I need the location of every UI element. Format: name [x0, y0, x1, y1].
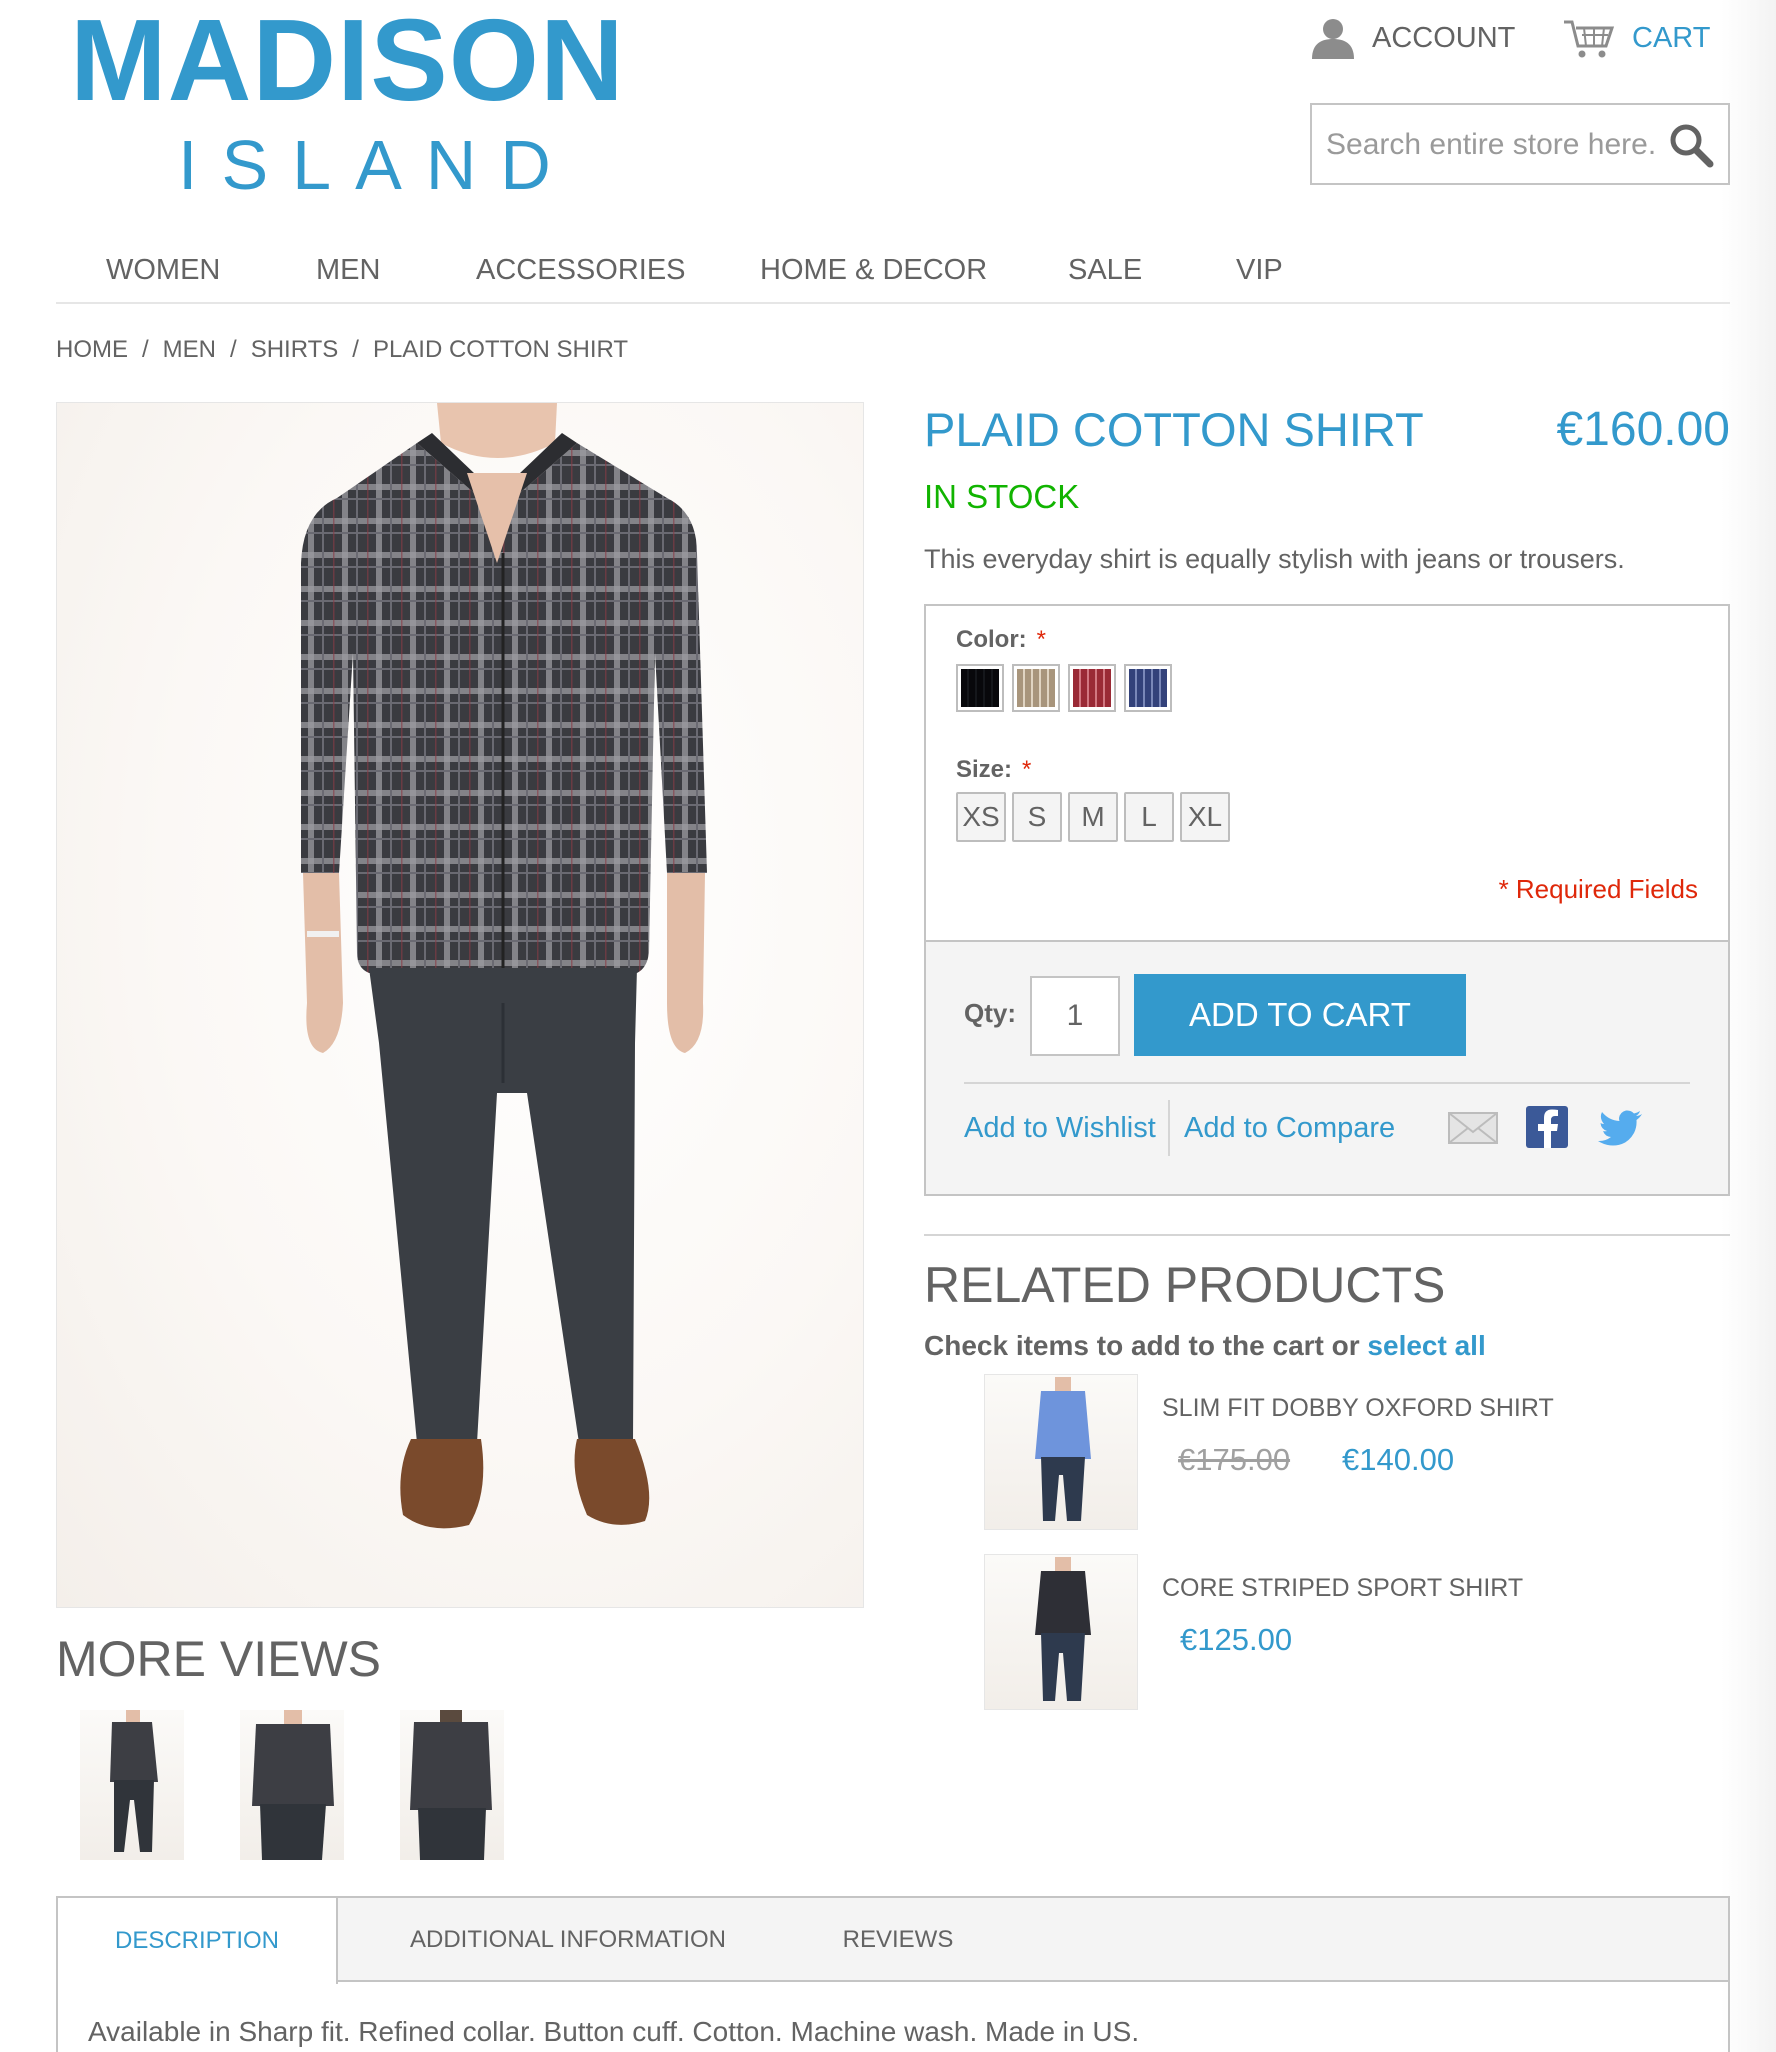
breadcrumb-separator: /	[142, 336, 149, 363]
related-product-item: SLIM FIT DOBBY OXFORD SHIRT €175.00 €140…	[984, 1374, 1744, 1530]
nav-item-sale[interactable]: SALE	[1068, 254, 1142, 287]
link-separator	[1168, 1100, 1170, 1156]
account-icon	[1312, 19, 1354, 59]
nav-item-home-decor[interactable]: HOME & DECOR	[760, 254, 987, 287]
swatch-fill	[961, 669, 999, 707]
required-asterisk: *	[1022, 756, 1032, 783]
twitter-icon[interactable]	[1594, 1102, 1648, 1152]
logo-text-island: ISLAND	[178, 126, 575, 204]
tab-description[interactable]: DESCRIPTION	[58, 1898, 338, 1984]
related-product-photo	[1035, 1377, 1091, 1521]
color-swatch-blue[interactable]	[1124, 664, 1172, 712]
tab-additional-information[interactable]: ADDITIONAL INFORMATION	[398, 1898, 738, 1982]
cart-label: CART	[1632, 21, 1711, 54]
related-product-image[interactable]	[984, 1374, 1138, 1530]
breadcrumb-shirts[interactable]: SHIRTS	[251, 336, 339, 363]
breadcrumb-separator: /	[230, 336, 237, 363]
nav-item-men[interactable]: MEN	[316, 254, 380, 287]
select-all-link[interactable]: select all	[1367, 1330, 1485, 1361]
color-swatch-charcoal[interactable]	[956, 664, 1004, 712]
size-option-s[interactable]: S	[1012, 792, 1062, 842]
description-text: Available in Sharp fit. Refined collar. …	[88, 2016, 1140, 2047]
more-views-title: MORE VIEWS	[56, 1631, 382, 1687]
related-check-text: Check items to add to the cart or select…	[924, 1330, 1486, 1362]
color-label-text: Color:	[956, 626, 1027, 653]
size-option-m[interactable]: M	[1068, 792, 1118, 842]
related-product-price: €140.00	[1342, 1442, 1455, 1477]
qty-label: Qty:	[964, 998, 1016, 1028]
product-main-image[interactable]	[56, 402, 864, 1608]
size-option-xs[interactable]: XS	[956, 792, 1006, 842]
configurable-options: Color: * Size: * XS S M L XL * Required Fi…	[926, 606, 1728, 940]
main-navigation: WOMEN MEN ACCESSORIES HOME & DECOR SALE …	[56, 246, 1730, 304]
cart-link[interactable]: CART	[1562, 14, 1710, 62]
nav-item-accessories[interactable]: ACCESSORIES	[476, 254, 686, 287]
add-to-compare-link[interactable]: Add to Compare	[1184, 1112, 1395, 1145]
thumbnail-photo	[252, 1710, 334, 1860]
related-product-old-price: €175.00	[1178, 1442, 1291, 1477]
color-swatch-red[interactable]	[1068, 664, 1116, 712]
search-icon	[1670, 124, 1714, 167]
swatch-fill	[1073, 669, 1111, 707]
add-to-cart-button[interactable]: ADD TO CART	[1134, 974, 1466, 1056]
account-link[interactable]: ACCOUNT	[1310, 14, 1515, 62]
section-divider	[924, 1234, 1730, 1236]
product-price: €160.00	[1556, 403, 1730, 456]
facebook-icon[interactable]	[1520, 1102, 1574, 1152]
divider	[964, 1082, 1690, 1084]
add-to-cart-box: Qty: ADD TO CART Add to Wishlist Add to …	[926, 940, 1728, 1194]
breadcrumb: HOME / MEN / SHIRTS / PLAID COTTON SHIRT	[56, 336, 628, 364]
size-option-xl[interactable]: XL	[1180, 792, 1230, 842]
swatch-fill	[1017, 669, 1055, 707]
related-product-name[interactable]: CORE STRIPED SPORT SHIRT	[1162, 1574, 1523, 1603]
product-name: PLAID COTTON SHIRT	[924, 403, 1424, 456]
search-form	[1310, 103, 1730, 185]
store-logo[interactable]: MADISON ISLAND	[70, 0, 630, 210]
breadcrumb-home[interactable]: HOME	[56, 336, 128, 363]
product-options: Color: * Size: * XS S M L XL * Required Fi…	[924, 604, 1730, 1196]
qty-input[interactable]	[1030, 976, 1120, 1056]
required-asterisk: *	[1036, 626, 1046, 653]
search-button[interactable]	[1666, 121, 1716, 171]
thumbnail-photo	[410, 1710, 492, 1860]
related-product-name[interactable]: SLIM FIT DOBBY OXFORD SHIRT	[1162, 1394, 1554, 1423]
swatch-fill	[1129, 669, 1167, 707]
email-icon[interactable]	[1446, 1102, 1500, 1152]
nav-item-vip[interactable]: VIP	[1236, 254, 1283, 287]
cart-icon	[1564, 20, 1615, 58]
color-swatch-khaki[interactable]	[1012, 664, 1060, 712]
short-description: This everyday shirt is equally stylish w…	[924, 544, 1625, 574]
related-products-title: RELATED PRODUCTS	[924, 1257, 1446, 1313]
related-product-item: CORE STRIPED SPORT SHIRT €125.00	[984, 1554, 1744, 1710]
tab-reviews[interactable]: REVIEWS	[798, 1898, 998, 1982]
breadcrumb-men[interactable]: MEN	[163, 336, 216, 363]
nav-item-women[interactable]: WOMEN	[106, 254, 220, 287]
product-tabs: DESCRIPTION ADDITIONAL INFORMATION REVIE…	[56, 1896, 1730, 2052]
related-check-label: Check items to add to the cart or	[924, 1330, 1360, 1361]
account-label: ACCOUNT	[1372, 21, 1516, 54]
more-views-thumbnail[interactable]	[400, 1710, 504, 1860]
thumbnail-photo	[110, 1710, 158, 1852]
size-option-l[interactable]: L	[1124, 792, 1174, 842]
related-product-price: €125.00	[1180, 1622, 1293, 1657]
tab-strip: DESCRIPTION ADDITIONAL INFORMATION REVIE…	[58, 1898, 1728, 1984]
logo-text-madison: MADISON	[70, 0, 625, 125]
add-to-wishlist-link[interactable]: Add to Wishlist	[964, 1112, 1156, 1145]
breadcrumb-separator: /	[352, 336, 359, 363]
product-photo	[301, 403, 707, 1529]
breadcrumb-current: PLAID COTTON SHIRT	[372, 336, 629, 363]
size-label: Size: *	[956, 756, 1031, 784]
availability-status: IN STOCK	[924, 478, 1080, 515]
more-views-thumbnail[interactable]	[240, 1710, 344, 1860]
color-label: Color: *	[956, 626, 1046, 654]
related-product-image[interactable]	[984, 1554, 1138, 1710]
search-input[interactable]	[1326, 119, 1656, 171]
more-views-thumbnail[interactable]	[80, 1710, 184, 1860]
related-product-photo	[1035, 1557, 1091, 1701]
required-fields-note: * Required Fields	[1498, 874, 1698, 904]
size-label-text: Size:	[956, 756, 1013, 783]
